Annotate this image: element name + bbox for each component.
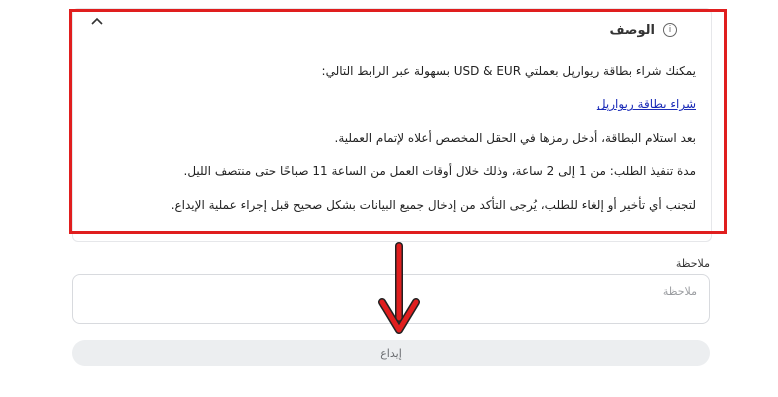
buy-card-link[interactable]: شراء بطاقة ريوارپل: [597, 97, 696, 111]
deposit-submit-button[interactable]: إيداع: [72, 340, 710, 366]
description-line-purchase: يمكنك شراء بطاقة ريوارپل بعملتي USD & EU…: [321, 64, 696, 78]
description-link-line: شراء بطاقة ريوارپل: [136, 97, 696, 111]
note-label: ملاحظة: [675, 257, 710, 270]
description-line-warning: لتجنب أي تأخير أو إلغاء للطلب، يُرجى الت…: [170, 197, 696, 212]
description-line-enter-code: بعد استلام البطاقة، أدخل رمزها في الحقل …: [334, 130, 696, 145]
deposit-form-card: i الوصف يمكنك شراء بطاقة ريوارپل بعملتي …: [0, 0, 778, 397]
description-header[interactable]: i الوصف: [609, 20, 677, 40]
chevron-up-icon[interactable]: [90, 14, 104, 28]
description-body: يمكنك شراء بطاقة ريوارپل بعملتي USD & EU…: [136, 64, 696, 231]
description-title: الوصف: [609, 22, 655, 38]
note-input[interactable]: [72, 274, 710, 324]
description-line-processing-time: مدة تنفيذ الطلب: من 1 إلى 2 ساعة، وذلك خ…: [183, 164, 696, 179]
info-icon: i: [663, 23, 677, 37]
